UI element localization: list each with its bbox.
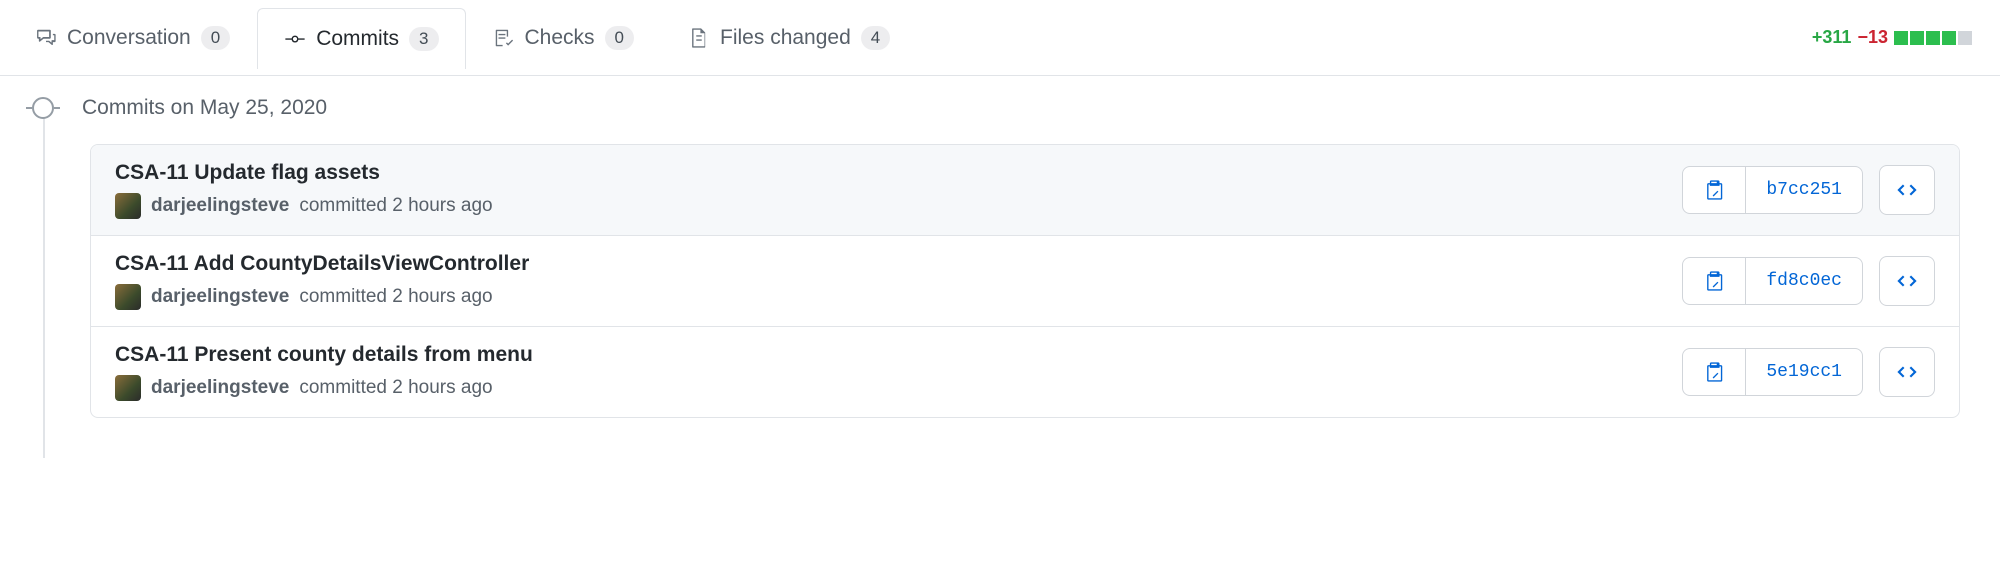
sha-button-group: fd8c0ec	[1682, 257, 1863, 305]
tab-count: 4	[861, 26, 890, 50]
diffstat[interactable]: +311 −13	[1812, 27, 1992, 48]
tab-commits[interactable]: Commits 3	[257, 8, 465, 69]
commit-author-link[interactable]: darjeelingsteve	[151, 377, 289, 399]
commit-title-link[interactable]: CSA-11 Present county details from menu	[115, 343, 1682, 367]
commit-row: CSA-11 Update flag assets darjeelingstev…	[91, 145, 1959, 235]
avatar[interactable]	[115, 193, 141, 219]
tab-label: Checks	[525, 26, 595, 50]
commit-group-header: Commits on May 25, 2020	[40, 96, 1960, 120]
copy-sha-button[interactable]	[1683, 258, 1745, 304]
commit-time: committed 2 hours ago	[299, 195, 492, 217]
commit-title-link[interactable]: CSA-11 Update flag assets	[115, 161, 1682, 185]
commit-author-link[interactable]: darjeelingsteve	[151, 195, 289, 217]
commit-sha-link[interactable]: b7cc251	[1745, 167, 1862, 213]
sha-button-group: b7cc251	[1682, 166, 1863, 214]
copy-sha-button[interactable]	[1683, 349, 1745, 395]
code-icon	[1895, 360, 1919, 384]
browse-code-button[interactable]	[1879, 347, 1935, 397]
tab-label: Commits	[316, 27, 399, 51]
clipboard-icon	[1703, 270, 1725, 292]
clipboard-icon	[1703, 361, 1725, 383]
diffstat-meter	[1894, 31, 1972, 45]
file-diff-icon	[688, 27, 710, 49]
tab-files-changed[interactable]: Files changed 4	[661, 7, 917, 68]
code-icon	[1895, 178, 1919, 202]
tab-label: Files changed	[720, 26, 851, 50]
browse-code-button[interactable]	[1879, 165, 1935, 215]
copy-sha-button[interactable]	[1683, 167, 1745, 213]
timeline-line	[43, 100, 45, 458]
git-commit-icon	[284, 28, 306, 50]
code-icon	[1895, 269, 1919, 293]
avatar[interactable]	[115, 375, 141, 401]
pr-tabnav: Conversation 0 Commits 3 Checks 0 Files …	[0, 0, 2000, 76]
tab-checks[interactable]: Checks 0	[466, 7, 662, 68]
commit-sha-link[interactable]: 5e19cc1	[1745, 349, 1862, 395]
diffstat-additions: +311	[1812, 27, 1852, 48]
commit-row: CSA-11 Present county details from menu …	[91, 326, 1959, 417]
diffstat-deletions: −13	[1857, 27, 1888, 48]
commit-time: committed 2 hours ago	[299, 377, 492, 399]
tab-label: Conversation	[67, 26, 191, 50]
commit-row: CSA-11 Add CountyDetailsViewController d…	[91, 235, 1959, 326]
checklist-icon	[493, 27, 515, 49]
tab-count: 0	[201, 26, 230, 50]
git-commit-node-icon	[32, 97, 54, 119]
comment-discussion-icon	[35, 27, 57, 49]
sha-button-group: 5e19cc1	[1682, 348, 1863, 396]
commit-sha-link[interactable]: fd8c0ec	[1745, 258, 1862, 304]
avatar[interactable]	[115, 284, 141, 310]
clipboard-icon	[1703, 179, 1725, 201]
commit-group-title: Commits on May 25, 2020	[82, 96, 327, 120]
commit-author-link[interactable]: darjeelingsteve	[151, 286, 289, 308]
tab-conversation[interactable]: Conversation 0	[8, 7, 257, 68]
commit-title-link[interactable]: CSA-11 Add CountyDetailsViewController	[115, 252, 1682, 276]
tab-count: 3	[409, 27, 438, 51]
tab-count: 0	[605, 26, 634, 50]
commit-time: committed 2 hours ago	[299, 286, 492, 308]
browse-code-button[interactable]	[1879, 256, 1935, 306]
commit-list: CSA-11 Update flag assets darjeelingstev…	[90, 144, 1960, 418]
